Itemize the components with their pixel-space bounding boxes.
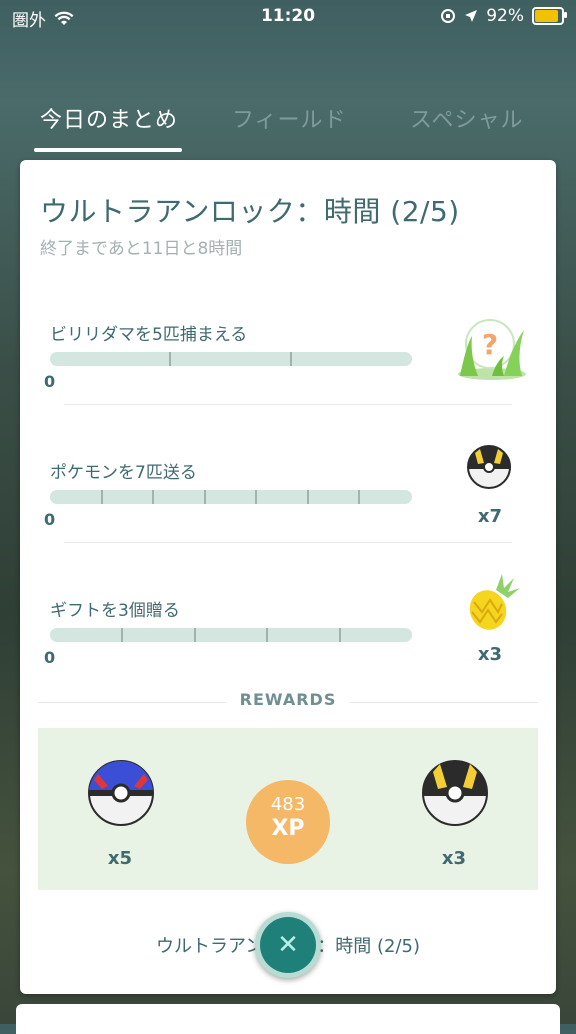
ultra-ball-icon — [467, 445, 511, 489]
task-progress-bar — [50, 490, 412, 504]
ultra-ball-icon — [422, 760, 488, 826]
task-label: ギフトを3個贈る — [50, 601, 180, 621]
task-divider — [64, 542, 512, 543]
battery-tip — [564, 12, 567, 18]
rewards-header: REWARDS — [38, 690, 538, 714]
great-ball-icon — [88, 760, 154, 826]
tab-special[interactable]: スペシャル — [410, 102, 523, 134]
task-label: ビリリダマを5匹捕まえる — [50, 325, 248, 345]
rewards-panel: x5 483 XP x3 — [38, 728, 538, 890]
xp-unit: XP — [271, 816, 305, 841]
svg-text:?: ? — [482, 328, 498, 361]
close-button[interactable]: ✕ — [255, 912, 321, 978]
progress-tick — [194, 628, 196, 642]
progress-tick — [290, 352, 292, 366]
task-progress-bar — [50, 628, 412, 642]
rewards-label: REWARDS — [239, 690, 337, 709]
progress-tick — [358, 490, 360, 504]
task-label: ポケモンを7匹送る — [50, 463, 197, 483]
next-card-peek — [16, 1004, 560, 1034]
reward-quantity: x3 — [441, 848, 467, 869]
research-card: ウルトラアンロック：時間 (2/5) 終了まであと11日と8時間 ビリリダマを5… — [20, 160, 556, 994]
battery-fill — [535, 10, 558, 22]
mystery-encounter-icon: ? — [458, 319, 526, 380]
battery-percent: 92% — [486, 6, 524, 26]
progress-tick — [339, 628, 341, 642]
golden-pinap-berry-icon — [469, 574, 520, 630]
task-reward-quantity: x7 — [477, 506, 503, 527]
xp-amount: 483 — [270, 794, 306, 815]
status-bar: 圏外 11:20 92% — [0, 0, 576, 34]
progress-tick — [204, 490, 206, 504]
status-right: 92% — [440, 6, 567, 26]
task-progress-count: 0 — [44, 372, 56, 391]
close-icon[interactable]: ✕ — [260, 917, 316, 973]
progress-tick — [255, 490, 257, 504]
location-arrow-icon — [465, 10, 478, 22]
task-divider — [64, 404, 512, 405]
progress-tick — [266, 628, 268, 642]
research-time-remaining: 終了まであと11日と8時間 — [40, 239, 243, 259]
rewards-divider-right — [350, 702, 538, 703]
xp-badge: 483 XP — [246, 780, 330, 864]
task-progress-count: 0 — [44, 648, 56, 667]
progress-tick — [121, 628, 123, 642]
reward-quantity: x5 — [107, 848, 133, 869]
task-reward-quantity: x3 — [477, 644, 503, 665]
tab-bar: 今日のまとめ フィールド スペシャル — [0, 88, 576, 156]
research-title: ウルトラアンロック：時間 (2/5) — [40, 195, 460, 228]
progress-tick — [101, 490, 103, 504]
task-progress-bar — [50, 352, 412, 366]
progress-tick — [169, 352, 171, 366]
battery-icon — [532, 7, 567, 25]
tab-field[interactable]: フィールド — [232, 102, 347, 134]
progress-tick — [307, 490, 309, 504]
active-tab-indicator — [34, 148, 182, 152]
task-progress-count: 0 — [44, 510, 56, 529]
tab-today-summary[interactable]: 今日のまとめ — [40, 102, 178, 134]
progress-tick — [152, 490, 154, 504]
orientation-lock-icon — [441, 9, 456, 23]
